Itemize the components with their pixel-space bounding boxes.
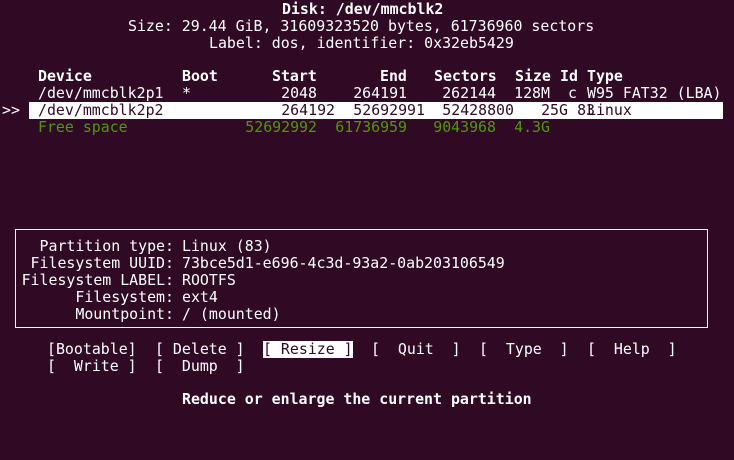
cell-device: /dev/mmcblk2p2: [38, 101, 164, 119]
col-header-type: Type: [587, 67, 623, 85]
dump-button[interactable]: [ Dump ]: [155, 358, 245, 375]
menu-row-1: [Bootable] [ Delete ] [ Resize ] [ Quit …: [0, 341, 734, 358]
selection-cursor: >>: [2, 101, 20, 119]
info-row-fs-uuid: Filesystem UUID: 73bce5d1-e696-4c3d-93a2…: [0, 255, 734, 272]
info-row-partition-type: Partition type: Linux (83): [0, 238, 734, 255]
cell-size: 25G: [541, 101, 568, 119]
cell-device: /dev/mmcblk2p1: [38, 84, 164, 102]
info-label: Mountpoint:: [75, 305, 174, 323]
cell-end: 264191: [353, 84, 407, 102]
col-header-boot: Boot: [182, 67, 218, 85]
table-row-selected[interactable]: >> /dev/mmcblk2p2 264192 52692991 524288…: [0, 102, 734, 119]
col-header-id: Id: [560, 67, 578, 85]
info-value: ROOTFS: [182, 271, 236, 289]
status-row: Reduce or enlarge the current partition: [0, 391, 734, 408]
delete-button[interactable]: [ Delete ]: [155, 341, 245, 358]
info-value: 73bce5d1-e696-4c3d-93a2-0ab203106549: [182, 254, 505, 272]
info-row-fs-label: Filesystem LABEL: ROOTFS: [0, 272, 734, 289]
disk-size-row: Size: 29.44 GiB, 31609323520 bytes, 6173…: [0, 18, 734, 35]
cell-sectors: 52428800: [442, 101, 514, 119]
cell-id: c: [568, 84, 577, 102]
cell-start: 52692992: [245, 118, 317, 136]
selected-row-highlight: /dev/mmcblk2p2 264192 52692991 52428800 …: [29, 102, 723, 119]
table-row[interactable]: /dev/mmcblk2p1 * 2048 264191 262144 128M…: [0, 85, 734, 102]
info-label: Filesystem:: [75, 288, 174, 306]
resize-button[interactable]: [ Resize ]: [263, 341, 353, 358]
col-header-end: End: [380, 67, 407, 85]
cell-end: 52692991: [353, 101, 425, 119]
type-button[interactable]: [ Type ]: [479, 341, 569, 358]
info-row-filesystem: Filesystem: ext4: [0, 289, 734, 306]
help-button[interactable]: [ Help ]: [587, 341, 677, 358]
cell-type: W95 FAT32 (LBA): [587, 84, 722, 102]
status-text: Reduce or enlarge the current partition: [182, 390, 532, 408]
col-header-sectors: Sectors: [434, 67, 497, 85]
info-value: / (mounted): [182, 305, 281, 323]
cell-sectors: 9043968: [433, 118, 496, 136]
info-label: Partition type:: [39, 237, 174, 255]
info-value: Linux (83): [182, 237, 272, 255]
disk-size: Size: 29.44 GiB, 31609323520 bytes, 6173…: [128, 17, 595, 35]
info-row-mountpoint: Mountpoint: / (mounted): [0, 306, 734, 323]
info-label: Filesystem LABEL:: [21, 271, 174, 289]
cell-size: 128M: [514, 84, 550, 102]
disk-title-row: Disk: /dev/mmcblk2: [0, 1, 734, 18]
disk-title: Disk: /dev/mmcblk2: [282, 0, 444, 18]
cell-start: 2048: [281, 84, 317, 102]
cell-size: 4.3G: [514, 118, 550, 136]
info-value: ext4: [182, 288, 218, 306]
col-header-size: Size: [515, 67, 551, 85]
write-button[interactable]: [ Write ]: [47, 358, 137, 375]
cell-start: 264192: [281, 101, 335, 119]
cell-device: Free space: [38, 118, 128, 136]
col-header-start: Start: [272, 67, 317, 85]
disk-label: Label: dos, identifier: 0x32eb5429: [209, 34, 514, 52]
bootable-button[interactable]: [Bootable]: [47, 341, 137, 358]
col-header-device: Device: [38, 67, 92, 85]
cell-boot: *: [182, 84, 191, 102]
table-row-free-space[interactable]: Free space 52692992 61736959 9043968 4.3…: [0, 119, 734, 136]
info-label: Filesystem UUID:: [30, 254, 174, 272]
disk-label-row: Label: dos, identifier: 0x32eb5429: [0, 35, 734, 52]
cell-type: Linux: [587, 101, 632, 119]
table-header-row: Device Boot Start End Sectors Size Id Ty…: [0, 68, 734, 85]
menu-row-2: [ Write ] [ Dump ]: [0, 358, 734, 375]
cell-sectors: 262144: [442, 84, 496, 102]
cell-end: 61736959: [335, 118, 407, 136]
quit-button[interactable]: [ Quit ]: [371, 341, 461, 358]
